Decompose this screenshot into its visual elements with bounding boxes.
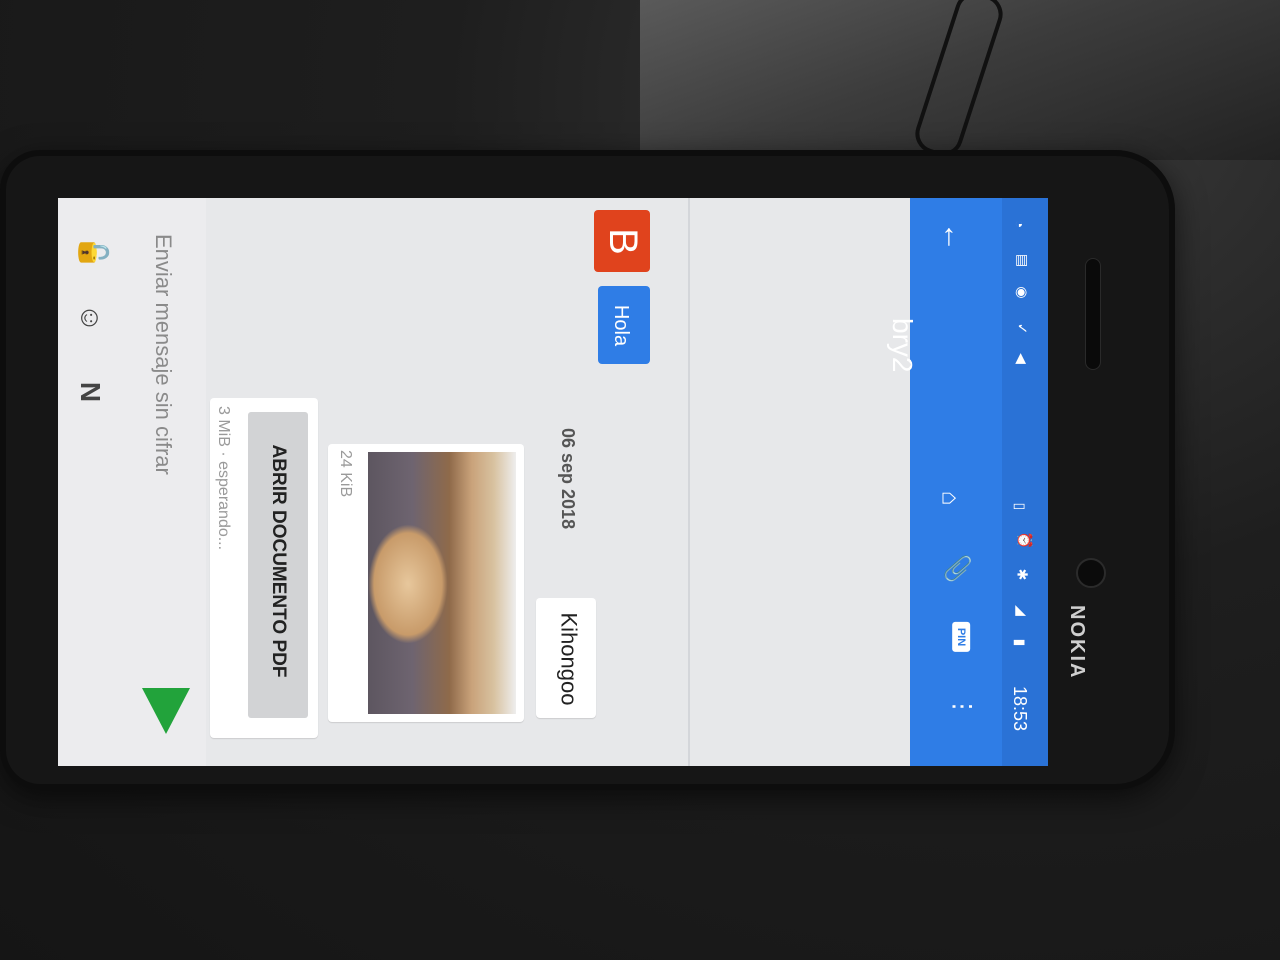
file-status: 3 MiB · esperando... xyxy=(215,406,232,551)
whatsapp-icon: ◉ xyxy=(1014,286,1031,299)
check-icon: ✓ xyxy=(1014,322,1031,335)
open-pdf-button[interactable]: ABRIR DOCUMENTO PDF xyxy=(248,412,308,718)
send-icon[interactable] xyxy=(142,688,190,734)
alarm-icon: ⏰ xyxy=(1017,531,1034,550)
bluetooth-icon: ✱ xyxy=(1014,568,1031,581)
avatar[interactable]: B xyxy=(594,210,650,272)
unlock-icon[interactable]: 🔓 xyxy=(77,235,110,270)
back-arrow-icon[interactable]: ← xyxy=(936,222,970,252)
sim-icon: ▤ xyxy=(1015,253,1032,268)
message-input[interactable]: Enviar mensaje sin cifrar xyxy=(150,234,176,475)
wifi-question-icon: ◔ xyxy=(1012,219,1029,229)
app-screen: 18:53 ◔ ▤ ◉ ✓ ◀ ▯ ⏰ ✱ ◢ ▮ ← bry2 ⌂ 📎 PIN… xyxy=(58,198,1048,766)
status-bar: 18:53 ◔ ▤ ◉ ✓ ◀ ▯ ⏰ ✱ ◢ ▮ xyxy=(1002,198,1048,766)
vibrate-icon: ▯ xyxy=(1012,502,1029,511)
app-bar: 18:53 ◔ ▤ ◉ ✓ ◀ ▯ ⏰ ✱ ◢ ▮ xyxy=(910,198,1048,766)
message-text: Kihongoo xyxy=(556,612,582,706)
phone-earpiece xyxy=(1085,258,1101,370)
image-size: 24 KiB xyxy=(337,450,354,498)
front-camera xyxy=(1076,558,1106,588)
send-location-icon: ◀ xyxy=(1013,353,1030,364)
status-time: 18:53 xyxy=(1010,685,1031,732)
date-separator: 06 sep 2018 xyxy=(558,428,578,530)
photo-subject xyxy=(368,524,448,644)
chat-title[interactable]: bry2 xyxy=(886,318,918,372)
open-pdf-label: ABRIR DOCUMENTO PDF xyxy=(268,444,289,678)
compose-bar: Enviar mensaje sin cifrar 🔓 ☺ N xyxy=(58,198,206,766)
timeline-line xyxy=(688,198,690,766)
file-message: ABRIR DOCUMENTO PDF 3 MiB · esperando... xyxy=(210,398,318,738)
message-bubble-incoming[interactable]: Kihongoo xyxy=(536,598,596,718)
message-text: Hola xyxy=(610,304,633,347)
image-message[interactable]: 24 KiB xyxy=(328,444,524,722)
avatar-letter: B xyxy=(600,227,645,255)
overflow-icon[interactable]: ⋮ xyxy=(948,695,977,719)
pin-icon[interactable]: PIN xyxy=(952,621,971,653)
battery-icon: ▮ xyxy=(1012,638,1029,647)
emoji-icon[interactable]: ☺ xyxy=(74,304,106,333)
home-icon[interactable]: ⌂ xyxy=(935,491,963,506)
attach-icon[interactable]: 📎 xyxy=(942,554,971,584)
signal-icon: ◢ xyxy=(1013,605,1030,616)
keyboard-n-icon[interactable]: N xyxy=(74,382,106,402)
phone-brand: NOKIA xyxy=(1066,605,1088,680)
message-bubble-outgoing[interactable]: Hola xyxy=(598,286,650,364)
